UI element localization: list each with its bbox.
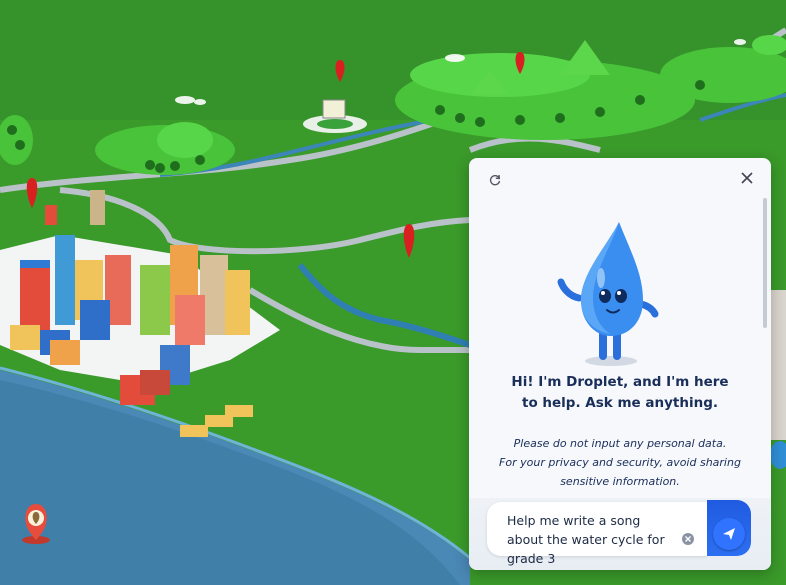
clear-input-icon [682, 533, 694, 545]
greeting-line: to help. Ask me anything. [521, 395, 718, 411]
chat-scrollbar[interactable] [763, 198, 767, 328]
close-button[interactable] [735, 166, 759, 190]
map-marker-icon [22, 504, 50, 544]
greeting-line: Hi! I'm Droplet, and I'm here [511, 374, 729, 390]
close-icon [741, 172, 753, 184]
send-icon [723, 528, 735, 540]
clear-input-button[interactable] [681, 532, 695, 546]
chat-input[interactable]: Help me write a song about the water cyc… [487, 502, 707, 566]
chat-panel: Hi! I'm Droplet, and I'm here to help. A… [469, 158, 771, 570]
chat-input-area: Help me write a song about the water cyc… [469, 498, 771, 570]
refresh-button[interactable] [483, 168, 507, 192]
chat-input-value[interactable]: Help me write a song about the water cyc… [507, 511, 677, 568]
send-button[interactable] [713, 518, 745, 550]
send-area [707, 500, 751, 556]
refresh-icon [489, 174, 501, 186]
map-marker-button[interactable] [18, 500, 54, 546]
privacy-line: For your privacy and security, avoid sha… [499, 456, 741, 469]
privacy-notice: Please do not input any personal data. F… [489, 434, 751, 491]
droplet-mascot [557, 222, 659, 366]
greeting-message: Hi! I'm Droplet, and I'm here to help. A… [489, 372, 751, 414]
privacy-line: sensitive information. [560, 475, 680, 488]
privacy-line: Please do not input any personal data. [513, 437, 727, 450]
